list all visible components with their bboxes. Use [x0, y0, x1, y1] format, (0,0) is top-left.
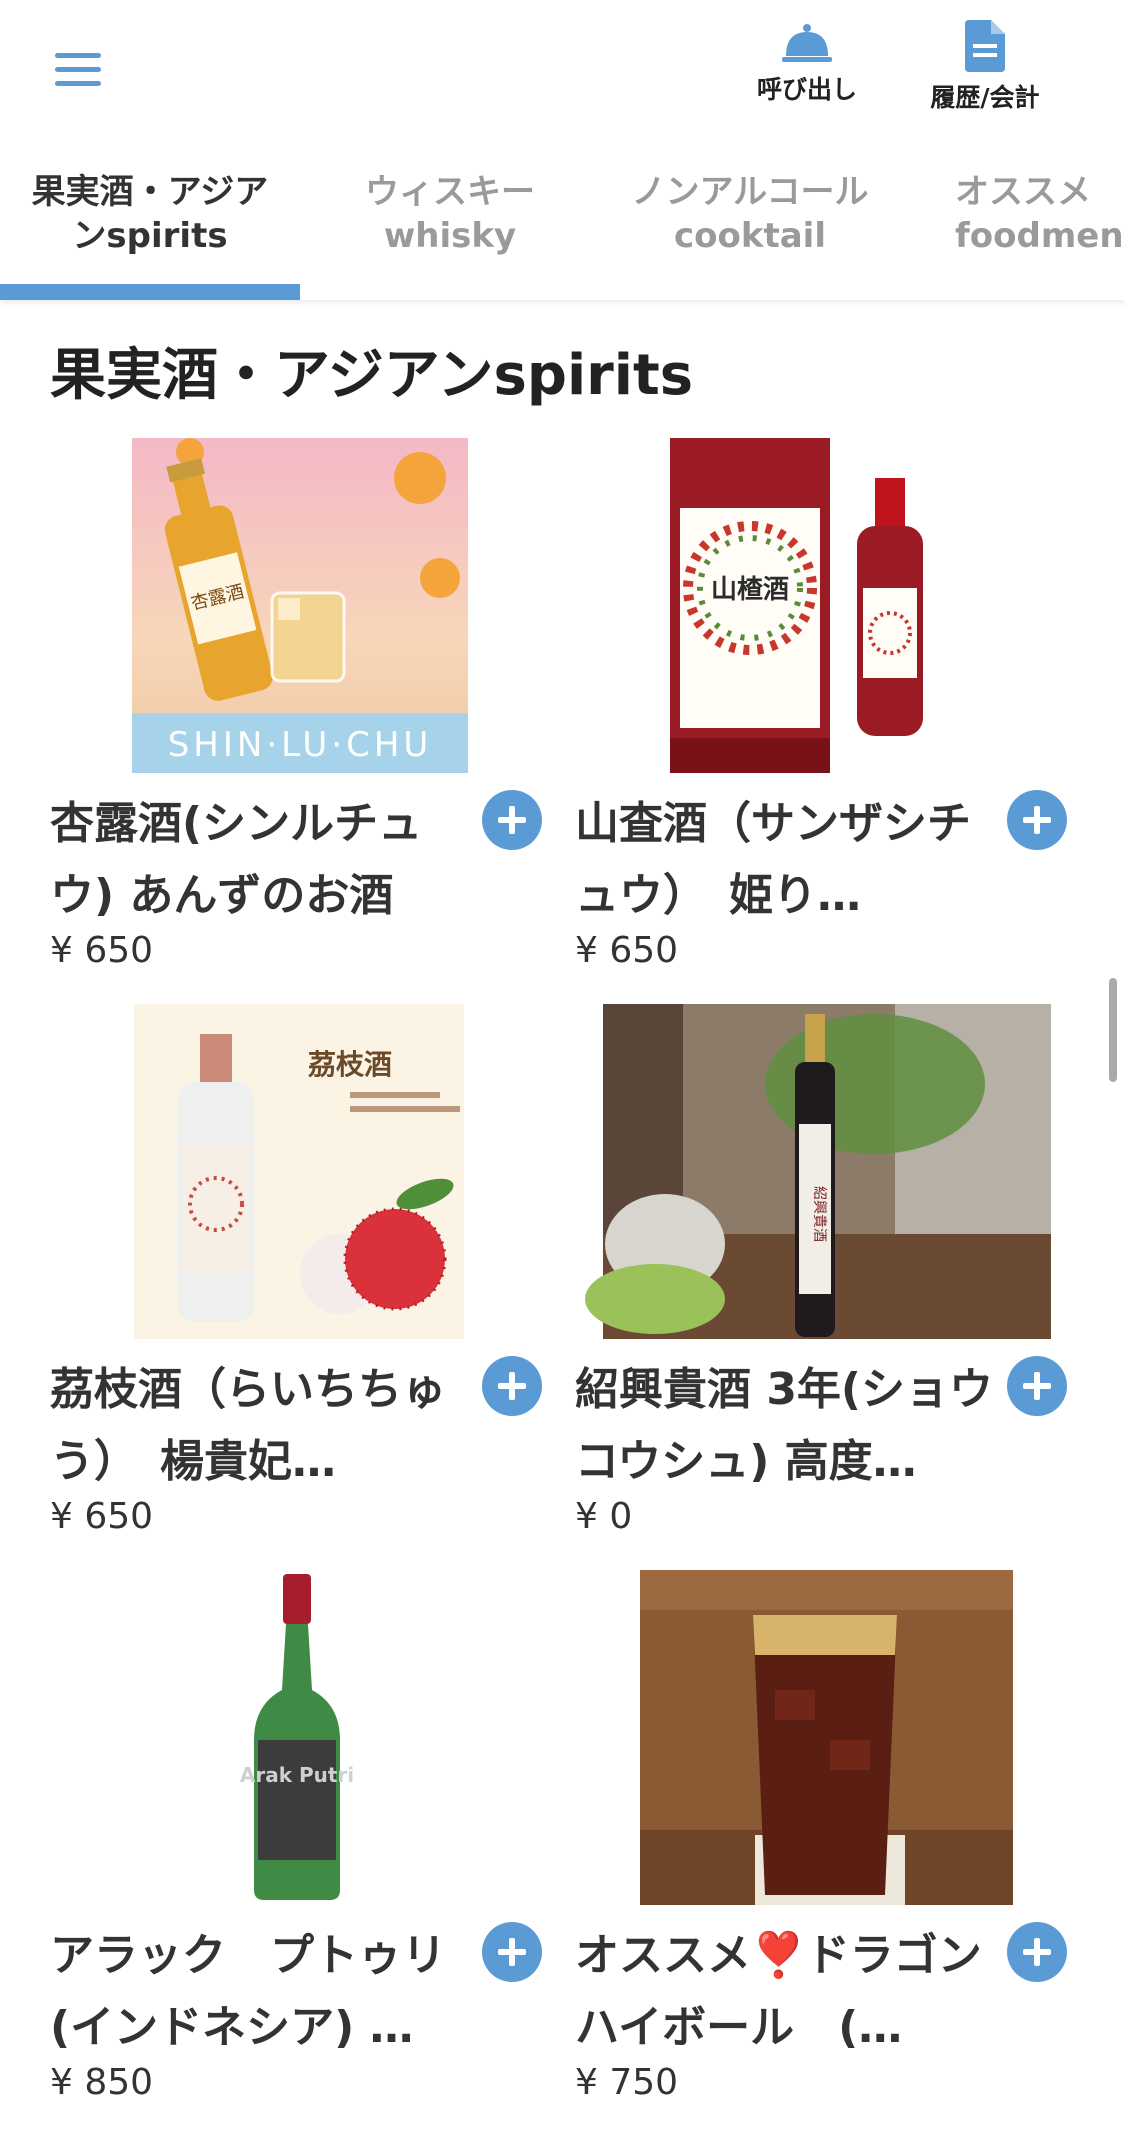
product-card[interactable]: 紹興貴酒 紹興貴酒 3年(ショウコウシュ) 高度… ¥ 0 [575, 1004, 1105, 1564]
product-name: 茘枝酒（らいちちゅう） 楊貴妃… [50, 1364, 446, 1487]
section-title: 果実酒・アジアンspirits [50, 343, 694, 408]
service-bell-icon [782, 24, 832, 62]
tab-label-line1: ウィスキー [365, 172, 535, 212]
product-name: 紹興貴酒 3年(ショウコウシュ) 高度… [575, 1364, 994, 1487]
product-image: 紹興貴酒 [575, 1004, 1105, 1339]
tab-label-line2: whisky [383, 216, 517, 256]
lychee-label-text: 茘枝酒 [307, 1048, 392, 1081]
tab-whisky[interactable]: ウィスキー whisky [300, 170, 600, 290]
active-tab-indicator [0, 284, 300, 300]
history-checkout-button[interactable]: 履歴/会計 [920, 20, 1050, 114]
category-tabs: 果実酒・アジア ンspirits ウィスキー whisky ノンアルコール co… [0, 170, 1125, 300]
product-image [575, 1570, 1105, 1905]
scrollbar-thumb[interactable] [1109, 978, 1117, 1082]
history-checkout-label: 履歴/会計 [930, 83, 1040, 112]
arak-label-text: Arak Putri [240, 1763, 354, 1787]
product-price: ¥ 850 [50, 2062, 154, 2103]
product-price: ¥ 0 [575, 1496, 633, 1537]
add-to-cart-button[interactable] [482, 1356, 542, 1416]
product-card[interactable]: オススメ❣️ドラゴンハイボール (… ¥ 750 [575, 1570, 1105, 2130]
product-price: ¥ 650 [50, 930, 154, 971]
tab-label-line1: オススメ [955, 172, 1091, 212]
hawthorn-label-text: 山楂酒 [711, 575, 789, 605]
product-image: 山楂酒 [575, 438, 1105, 773]
call-staff-label: 呼び出し [756, 75, 857, 104]
tab-fruit-liqueur[interactable]: 果実酒・アジア ンspirits [0, 170, 300, 290]
product-price: ¥ 650 [575, 930, 679, 971]
tab-label-line1: 果実酒・アジア [31, 172, 269, 212]
product-card[interactable]: SHIN·LU·CHU 杏露酒 杏露酒(シンルチュウ) あんずのお酒 ¥ 650 [50, 438, 580, 998]
product-price: ¥ 650 [50, 1496, 154, 1537]
product-price: ¥ 750 [575, 2062, 679, 2103]
add-to-cart-button[interactable] [1007, 790, 1067, 850]
product-name: 山査酒（サンザシチュウ） 姫り… [575, 798, 971, 921]
tab-label-line2: cooktail [674, 216, 826, 256]
add-to-cart-button[interactable] [482, 790, 542, 850]
apricot-banner-text: SHIN·LU·CHU [168, 725, 433, 765]
tab-label-line1: ノンアルコール [631, 172, 869, 212]
product-card[interactable]: 茘枝酒 茘枝酒（らいちちゅう） 楊貴妃… ¥ 650 [50, 1004, 580, 1564]
tab-label-line2: foodmenu [955, 216, 1125, 256]
product-image: SHIN·LU·CHU 杏露酒 [50, 438, 580, 773]
tab-recommended[interactable]: オススメ foodmenu [955, 170, 1125, 290]
tab-label-line2: ンspirits [72, 216, 228, 256]
product-name: オススメ❣️ドラゴンハイボール (… [575, 1930, 982, 2053]
product-image: Arak Putri [50, 1570, 580, 1905]
add-to-cart-button[interactable] [482, 1922, 542, 1982]
app-header: 呼び出し 履歴/会計 果実酒・アジア ンspirits ウィスキー whisky… [0, 0, 1125, 300]
product-card[interactable]: Arak Putri アラック プトゥリ(インドネシア) … ¥ 850 [50, 1570, 580, 2130]
product-image: 茘枝酒 [50, 1004, 580, 1339]
product-name: アラック プトゥリ(インドネシア) … [50, 1930, 446, 2053]
product-name: 杏露酒(シンルチュウ) あんずのお酒 [50, 798, 423, 921]
hamburger-menu-icon[interactable] [50, 45, 110, 95]
shaoxing-label-text: 紹興貴酒 [811, 1186, 827, 1242]
product-card[interactable]: 山楂酒 山査酒（サンザシチュウ） 姫り… ¥ 650 [575, 438, 1105, 998]
document-icon [965, 20, 1005, 72]
add-to-cart-button[interactable] [1007, 1356, 1067, 1416]
call-staff-button[interactable]: 呼び出し [747, 20, 867, 106]
add-to-cart-button[interactable] [1007, 1922, 1067, 1982]
tab-non-alcohol[interactable]: ノンアルコール cooktail [600, 170, 900, 290]
